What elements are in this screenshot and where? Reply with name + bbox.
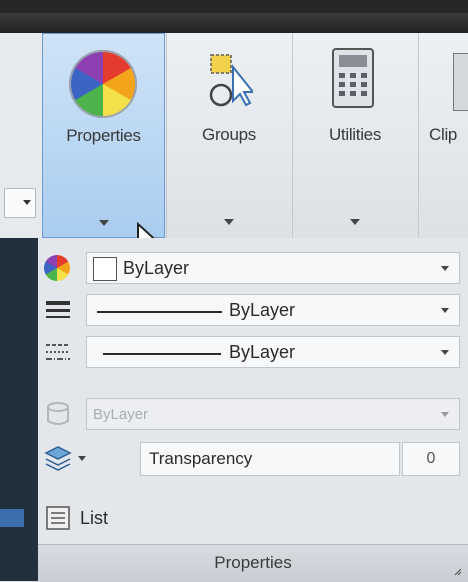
ribbon: Properties Groups Utilities Clip bbox=[42, 33, 468, 238]
dialog-launcher-icon[interactable] bbox=[454, 568, 462, 576]
lineweight-icon bbox=[46, 301, 70, 318]
application-title-bar bbox=[0, 0, 468, 33]
layers-icon[interactable] bbox=[44, 445, 72, 471]
plotstyle-dropdown[interactable]: ByLayer bbox=[86, 398, 460, 430]
lineweight-value: ByLayer bbox=[229, 300, 296, 320]
lineweight-row: ByLayer bbox=[44, 292, 460, 330]
chevron-down-icon bbox=[441, 308, 449, 313]
chevron-down-icon bbox=[23, 200, 31, 205]
groups-button-label: Groups bbox=[202, 125, 256, 144]
linetype-row: ByLayer bbox=[44, 334, 460, 372]
chevron-down-icon[interactable] bbox=[98, 220, 109, 226]
transparency-input[interactable]: Transparency bbox=[140, 442, 400, 476]
linetype-value: ByLayer bbox=[229, 342, 296, 362]
color-dropdown[interactable]: ByLayer bbox=[86, 252, 460, 284]
properties-button-label: Properties bbox=[66, 126, 141, 145]
chevron-down-icon bbox=[441, 412, 449, 417]
lineweight-dropdown[interactable]: ByLayer bbox=[86, 294, 460, 326]
linetype-preview bbox=[103, 353, 221, 355]
chevron-down-icon[interactable] bbox=[224, 219, 234, 225]
plot-style-icon bbox=[47, 402, 69, 425]
chevron-down-icon bbox=[441, 350, 449, 355]
color-wheel-icon bbox=[44, 255, 70, 281]
linetype-icon bbox=[46, 344, 70, 360]
chevron-down-icon[interactable] bbox=[350, 219, 360, 225]
linetype-dropdown[interactable]: ByLayer bbox=[86, 336, 460, 368]
left-dropdown[interactable] bbox=[4, 188, 36, 218]
transparency-row: Transparency 0 bbox=[44, 440, 460, 478]
clipboard-button[interactable]: Clip bbox=[419, 33, 468, 238]
clipboard-button-label: Clip bbox=[429, 125, 458, 144]
color-swatch bbox=[93, 257, 117, 281]
color-row: ByLayer bbox=[44, 250, 460, 288]
groups-icon bbox=[209, 54, 253, 107]
plotstyle-value: ByLayer bbox=[93, 406, 149, 423]
color-value: ByLayer bbox=[123, 258, 190, 278]
properties-panel-title: Properties bbox=[38, 544, 468, 582]
plotstyle-row: ByLayer bbox=[44, 396, 460, 434]
color-wheel-icon bbox=[69, 50, 137, 118]
side-panel-highlight[interactable] bbox=[0, 509, 24, 527]
ribbon-left-panel bbox=[0, 33, 43, 238]
chevron-down-icon[interactable] bbox=[76, 450, 90, 468]
transparency-label: Transparency bbox=[149, 449, 253, 468]
panel-title-text: Properties bbox=[214, 553, 292, 572]
utilities-button[interactable]: Utilities bbox=[293, 33, 417, 238]
list-label: List bbox=[80, 508, 109, 528]
properties-button[interactable]: Properties bbox=[42, 33, 165, 238]
chevron-down-icon bbox=[441, 266, 449, 271]
properties-panel: ByLayer ByLayer ByLayer ByLayer Transpar… bbox=[38, 238, 468, 582]
list-icon bbox=[46, 506, 70, 530]
side-panel-strip bbox=[0, 238, 38, 581]
groups-button[interactable]: Groups bbox=[167, 33, 291, 238]
calculator-icon bbox=[332, 48, 374, 108]
lineweight-preview bbox=[97, 311, 222, 313]
utilities-button-label: Utilities bbox=[328, 125, 382, 144]
list-row[interactable]: List bbox=[44, 500, 460, 538]
clipboard-icon bbox=[453, 53, 468, 111]
transparency-value[interactable]: 0 bbox=[402, 442, 460, 476]
